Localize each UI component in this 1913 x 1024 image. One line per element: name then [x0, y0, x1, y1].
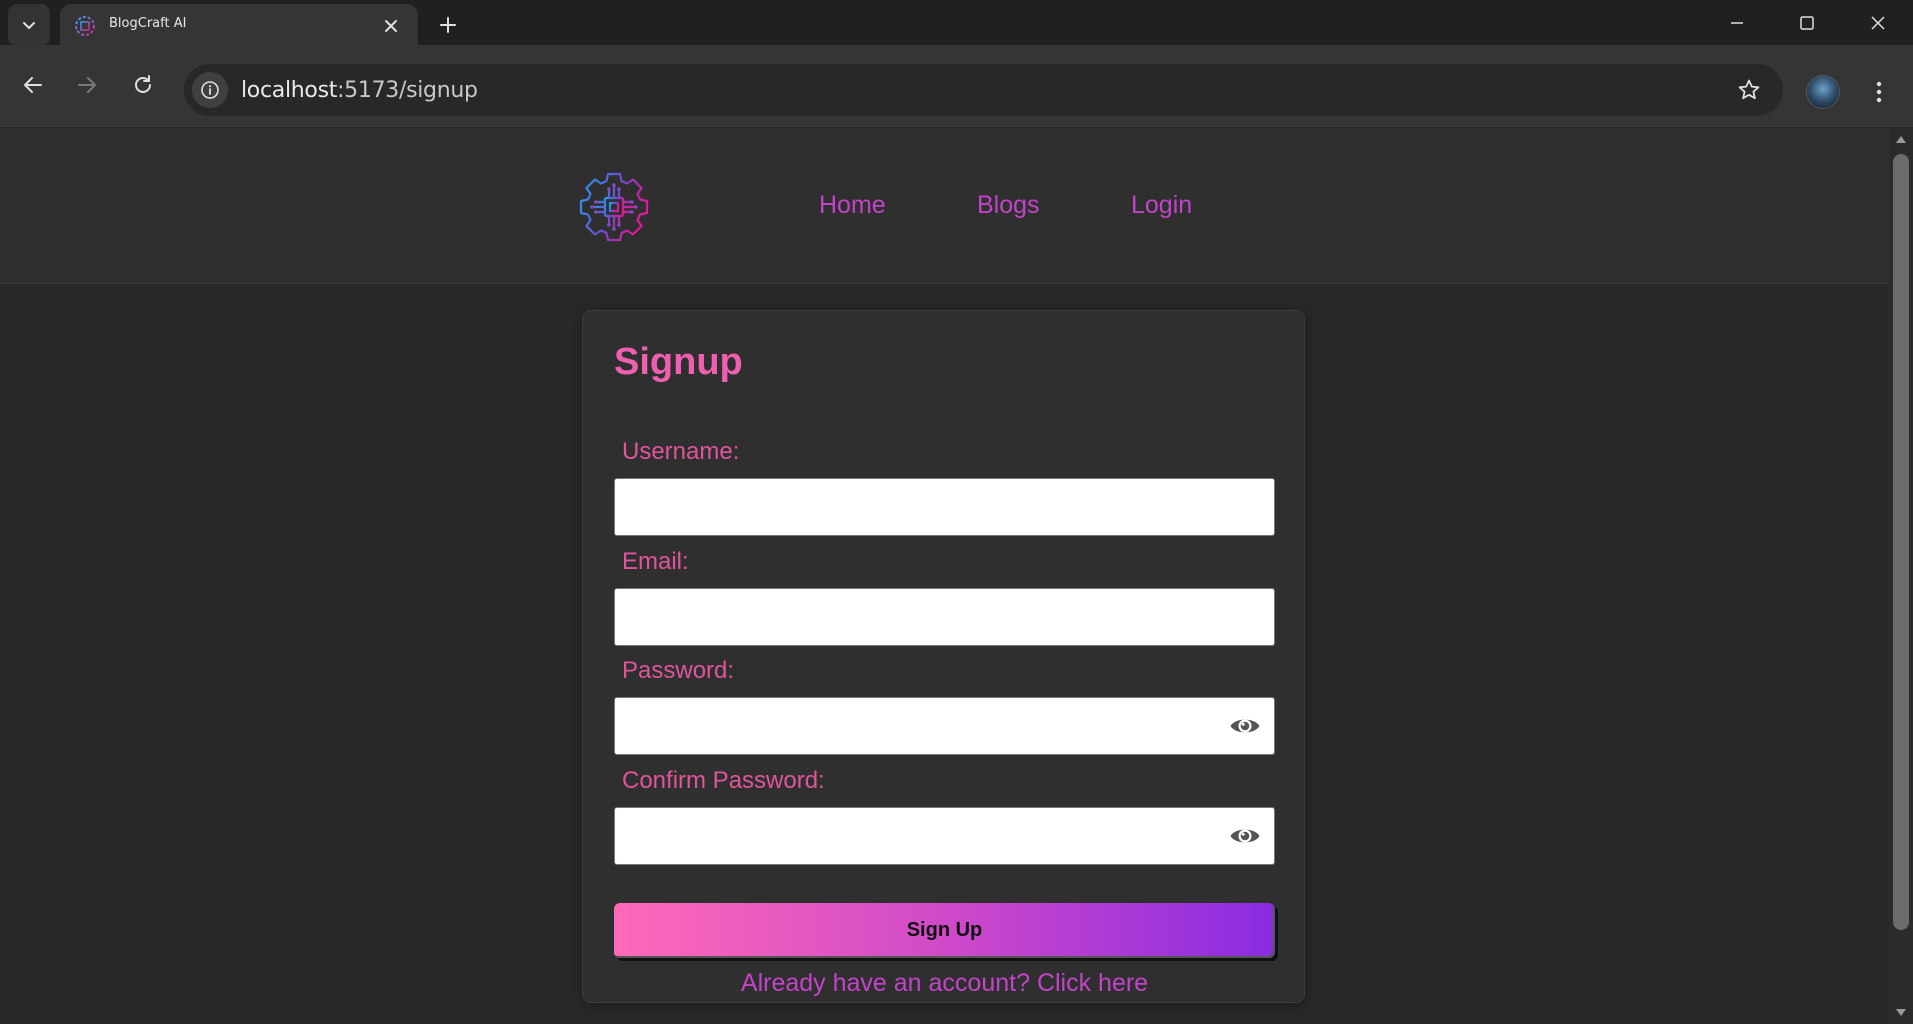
login-redirect-link[interactable]: Already have an account? Click here [583, 969, 1306, 998]
email-input[interactable] [614, 588, 1275, 646]
page-viewport: Home Blogs Login Signup Username: Email:… [0, 128, 1889, 1024]
sign-up-button[interactable]: Sign Up [614, 903, 1275, 958]
nav-login-link[interactable]: Login [1131, 191, 1192, 220]
confirm-password-label: Confirm Password: [622, 767, 825, 794]
tab-search-button[interactable] [8, 4, 50, 46]
close-icon [385, 20, 397, 32]
eye-icon [1230, 829, 1260, 843]
page-scrollbar[interactable] [1889, 128, 1913, 1024]
password-visibility-toggle[interactable] [1227, 708, 1263, 744]
reload-button[interactable] [123, 65, 163, 105]
scroll-thumb[interactable] [1893, 154, 1909, 930]
maximize-icon [1800, 15, 1814, 30]
reload-icon [135, 75, 151, 93]
arrow-right-icon [78, 77, 96, 93]
more-vertical-icon [1876, 81, 1882, 103]
username-label: Username: [622, 438, 740, 465]
chevron-down-icon [23, 22, 35, 29]
confirm-password-visibility-toggle[interactable] [1227, 818, 1263, 854]
new-tab-button[interactable] [432, 9, 464, 41]
password-label: Password: [622, 657, 735, 684]
scroll-down-arrow-icon[interactable] [1896, 1009, 1906, 1016]
address-bar[interactable]: localhost:5173/signup [184, 64, 1783, 116]
back-button[interactable] [13, 65, 53, 105]
tab-close-button[interactable] [380, 15, 402, 37]
url-host: localhost [241, 78, 338, 103]
minimize-button[interactable] [1702, 0, 1772, 45]
maximize-button[interactable] [1772, 0, 1842, 45]
password-input[interactable] [614, 697, 1275, 755]
star-icon [1738, 79, 1760, 100]
tab-strip: BlogCraft AI [0, 0, 1913, 54]
signup-title: Signup [614, 341, 743, 383]
signup-card: Signup Username: Email: Password: Confir… [582, 310, 1305, 1003]
eye-icon [1230, 719, 1260, 733]
gear-chip-icon [75, 16, 95, 36]
browser-toolbar: localhost:5173/signup [0, 45, 1913, 127]
url-text: localhost:5173/signup [241, 78, 478, 103]
email-label: Email: [622, 548, 689, 575]
plus-icon [440, 17, 456, 33]
bookmark-button[interactable] [1735, 76, 1763, 104]
info-icon [201, 81, 219, 99]
site-info-button[interactable] [192, 72, 228, 108]
site-header: Home Blogs Login [0, 128, 1889, 284]
tab-title: BlogCraft AI [109, 16, 187, 31]
confirm-password-input[interactable] [614, 807, 1275, 865]
url-path: :5173/signup [337, 78, 478, 103]
avatar[interactable] [1806, 75, 1840, 109]
logo[interactable] [577, 170, 651, 244]
nav-home-link[interactable]: Home [819, 191, 886, 220]
window-close-button[interactable] [1843, 0, 1913, 45]
browser-menu-button[interactable] [1862, 72, 1896, 112]
nav-blogs-link[interactable]: Blogs [977, 191, 1040, 220]
close-icon [1871, 15, 1885, 30]
username-input[interactable] [614, 478, 1275, 536]
scroll-up-arrow-icon[interactable] [1896, 136, 1906, 143]
minimize-icon [1731, 21, 1743, 24]
forward-button[interactable] [67, 65, 107, 105]
arrow-left-icon [24, 77, 42, 93]
